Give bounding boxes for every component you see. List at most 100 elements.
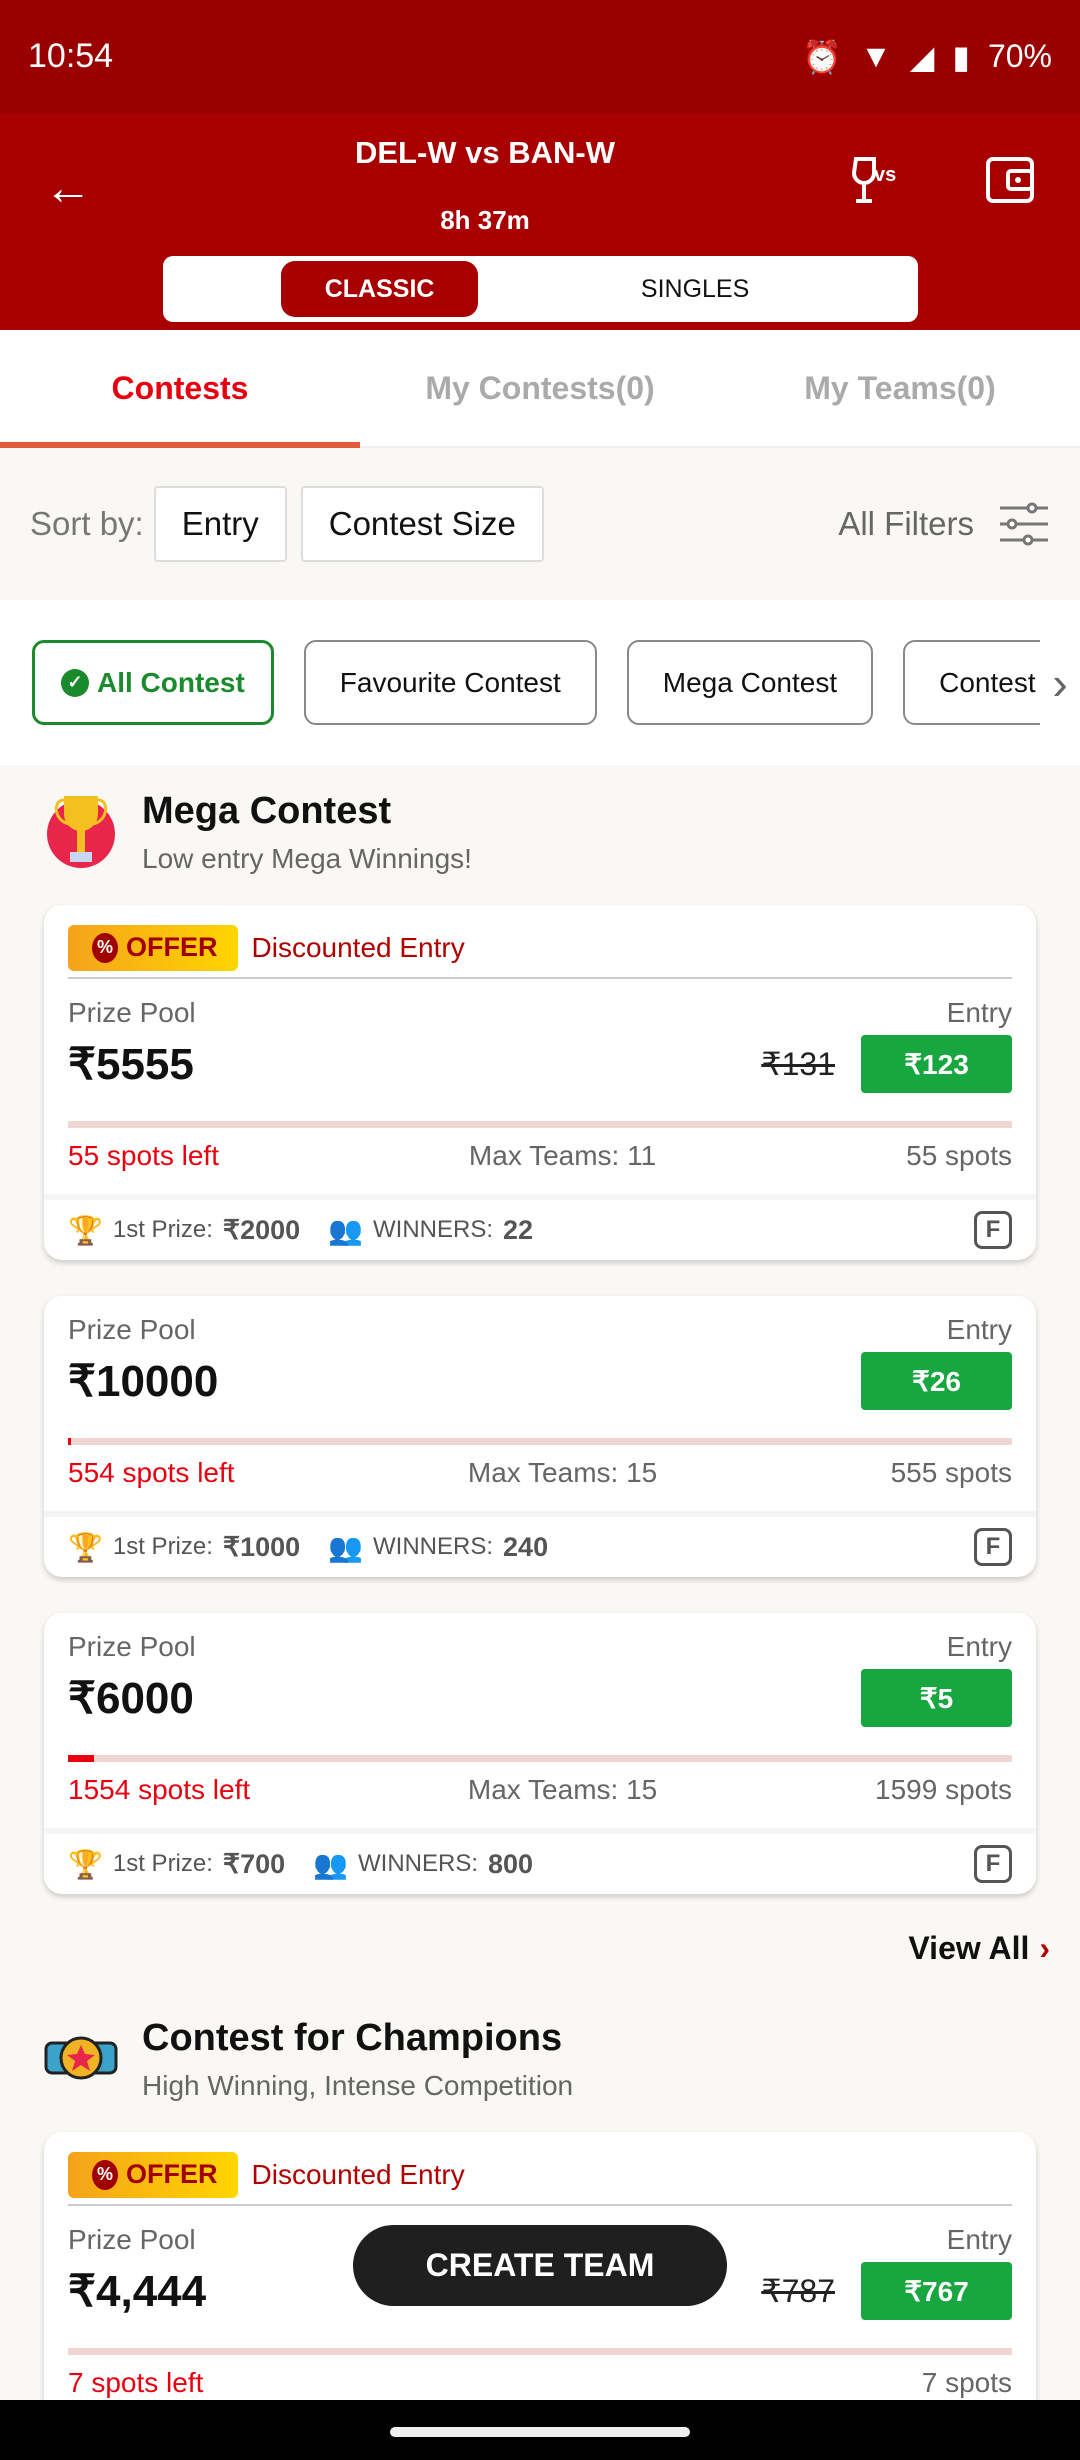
contest-card[interactable]: Prize Pool Entry ₹6000 ₹5 1554 spots left M…	[44, 1613, 1036, 1894]
chip-all-contest[interactable]: ✓ All Contest	[32, 640, 274, 725]
join-entry-button[interactable]: ₹123	[861, 1035, 1012, 1093]
prize-pool-label: Prize Pool	[68, 2224, 196, 2255]
total-spots: 555 spots	[890, 1457, 1012, 1488]
first-prize-value: ₹2000	[222, 1214, 301, 1245]
first-prize-label: 1st Prize:	[112, 1533, 213, 1560]
section-header: Mega Contest Low entry Mega Winnings!	[0, 765, 1080, 905]
spots-left: 55 spots left	[68, 1140, 219, 1171]
match-title: DEL-W vs BAN-W	[354, 135, 616, 170]
entry-label: Entry	[946, 997, 1012, 1028]
chip-favourite-contest[interactable]: Favourite Contest	[303, 640, 597, 725]
home-handle[interactable]	[390, 2427, 690, 2437]
game-mode-toggle: CLASSIC SINGLES	[163, 256, 918, 322]
trophy-vs-icon[interactable]: vs	[850, 153, 906, 209]
chip-mega-contest[interactable]: Mega Contest	[626, 640, 874, 725]
first-prize-icon: 🏆	[68, 1214, 103, 1246]
offer-badge: % OFFER	[68, 924, 238, 971]
first-prize-value: ₹700	[222, 1848, 286, 1879]
flexible-badge-icon[interactable]: F	[974, 1845, 1012, 1883]
offer-badge: % OFFER	[68, 2151, 238, 2198]
section-header: Contest for Champions High Winning, Inten…	[0, 1992, 1080, 2132]
filter-sliders-icon	[1000, 502, 1048, 546]
total-spots: 55 spots	[906, 1140, 1012, 1171]
section-subtitle: Low entry Mega Winnings!	[142, 843, 472, 874]
sort-contest-size-button[interactable]: Contest Size	[300, 486, 544, 562]
chevron-right-icon[interactable]: ›	[1040, 600, 1080, 765]
entry-label: Entry	[946, 1314, 1012, 1345]
card-footer: 🏆 1st Prize: ₹2000 👥 WINNERS: 22 F	[44, 1194, 1036, 1260]
mode-classic[interactable]: CLASSIC	[281, 261, 479, 317]
winners-value: 240	[503, 1531, 549, 1562]
all-filters-label: All Filters	[838, 505, 974, 542]
mode-singles[interactable]: SINGLES	[478, 261, 912, 317]
offer-label: OFFER	[126, 2159, 218, 2189]
chevron-right-icon: ›	[1039, 1930, 1050, 1966]
join-entry-button[interactable]: ₹767	[861, 2262, 1012, 2320]
contest-card[interactable]: Prize Pool Entry ₹10000 ₹26 554 spots left…	[44, 1296, 1036, 1577]
first-prize-icon: 🏆	[68, 1531, 103, 1563]
prize-pool-value: ₹10000	[68, 1356, 219, 1406]
winners-value: 800	[488, 1848, 534, 1879]
alarm-icon: ⏰	[802, 38, 843, 75]
contest-card[interactable]: % OFFER Discounted Entry Prize Pool Entry ₹5…	[44, 905, 1036, 1260]
offer-label: OFFER	[126, 932, 218, 962]
chip-label: All Contest	[97, 666, 245, 698]
tab-contests[interactable]: Contests	[0, 330, 360, 446]
create-team-button[interactable]: CREATE TEAM	[353, 2225, 727, 2306]
all-filters-button[interactable]: All Filters	[838, 502, 1050, 546]
spots-progress-bar	[68, 2348, 1012, 2355]
battery-level: 70%	[987, 38, 1052, 74]
prize-pool-value: ₹5555	[68, 1039, 194, 1089]
total-spots: 1599 spots	[875, 1774, 1012, 1805]
original-entry-fee: ₹131	[761, 1046, 835, 1082]
prize-pool-value: ₹4,444	[68, 2266, 207, 2316]
sort-entry-button[interactable]: Entry	[153, 486, 287, 562]
winners-label: WINNERS:	[373, 1533, 494, 1560]
view-all-label: View All	[908, 1930, 1030, 1966]
winners-icon: 👥	[328, 1531, 364, 1563]
winners-icon: 👥	[328, 1214, 364, 1246]
prize-pool-label: Prize Pool	[68, 1631, 196, 1662]
first-prize-value: ₹1000	[222, 1531, 301, 1562]
spots-progress-fill	[68, 1755, 95, 1762]
offer-row: % OFFER Discounted Entry	[68, 905, 1012, 979]
entry-label: Entry	[946, 1631, 1012, 1662]
card-footer: 🏆 1st Prize: ₹1000 👥 WINNERS: 240 F	[44, 1511, 1036, 1577]
tab-bar: Contests My Contests(0) My Teams(0)	[0, 330, 1080, 448]
section-title: Contest for Champions	[142, 2017, 563, 2059]
discount-icon: %	[92, 932, 118, 963]
wifi-icon: ▼	[860, 38, 892, 74]
first-prize-label: 1st Prize:	[112, 1850, 213, 1877]
flexible-badge-icon[interactable]: F	[974, 1211, 1012, 1249]
spots-left: 554 spots left	[68, 1457, 235, 1488]
spots-progress-fill	[68, 1438, 71, 1445]
max-teams: Max Teams: 15	[467, 1774, 658, 1805]
prize-pool-label: Prize Pool	[68, 1314, 196, 1345]
prize-pool-value: ₹6000	[68, 1673, 194, 1723]
svg-text:vs: vs	[874, 164, 896, 186]
winners-icon: 👥	[313, 1848, 349, 1880]
wallet-icon[interactable]	[984, 153, 1040, 209]
winners-value: 22	[503, 1214, 534, 1245]
match-timer: 8h 37m	[440, 205, 530, 235]
tab-my-teams[interactable]: My Teams(0)	[720, 330, 1080, 446]
section-title: Mega Contest	[142, 790, 392, 832]
offer-text: Discounted Entry	[251, 931, 465, 963]
prize-pool-label: Prize Pool	[68, 997, 196, 1028]
active-tab-indicator	[0, 442, 360, 448]
join-entry-button[interactable]: ₹26	[861, 1352, 1012, 1410]
join-entry-button[interactable]: ₹5	[861, 1669, 1012, 1727]
spots-progress-bar	[68, 1438, 1012, 1445]
battery-icon: ▮	[952, 38, 970, 75]
spots-left: 7 spots left	[68, 2367, 204, 2398]
championship-belt-icon	[44, 2017, 142, 2100]
sort-label: Sort by:	[30, 505, 144, 542]
max-teams: Max Teams: 15	[467, 1457, 658, 1488]
total-spots: 7 spots	[921, 2367, 1012, 2398]
tab-my-contests[interactable]: My Contests(0)	[360, 330, 720, 446]
clock: 10:54	[28, 37, 114, 75]
status-bar: 10:54 ⏰ ▼ ◢ ▮ 70%	[0, 0, 1080, 113]
original-entry-fee: ₹787	[761, 2273, 835, 2309]
flexible-badge-icon[interactable]: F	[974, 1528, 1012, 1566]
view-all-link[interactable]: View All ›	[0, 1930, 1080, 1992]
